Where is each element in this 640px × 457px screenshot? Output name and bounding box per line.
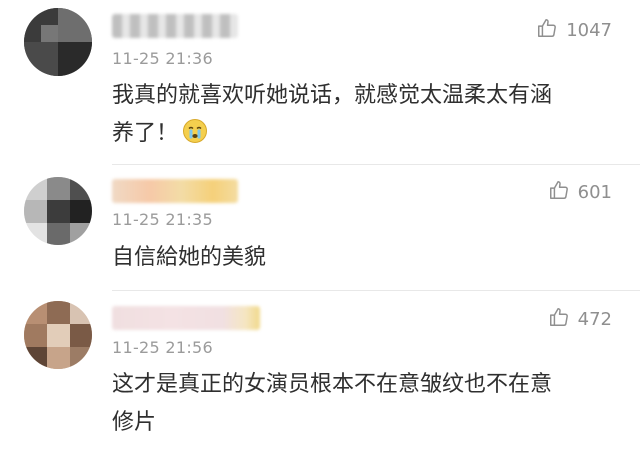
crying-face-icon — [182, 118, 208, 144]
thumbs-up-icon — [536, 17, 558, 43]
username-blurred[interactable] — [112, 179, 238, 203]
comment-text: 这才是真正的女演员根本不在意皱纹也不在意 修片 — [112, 366, 552, 442]
avatar[interactable] — [24, 177, 92, 245]
comment-text: 我真的就喜欢听她说话，就感觉太温柔太有涵 养了！ — [112, 77, 552, 153]
like-count: 601 — [577, 181, 612, 203]
comment-time: 11-25 21:36 — [112, 49, 213, 68]
like-button[interactable]: 601 — [548, 179, 612, 205]
username-blurred[interactable] — [112, 14, 238, 38]
avatar[interactable] — [24, 8, 92, 76]
like-button[interactable]: 1047 — [536, 17, 612, 43]
avatar[interactable] — [24, 301, 92, 369]
comment-text: 自信給她的美貌 — [112, 239, 266, 277]
comment-item: 11-25 21:36 1047 我真的就喜欢听她说话，就感觉太温柔太有涵 养了… — [0, 0, 640, 165]
comment-text-line: 自信給她的美貌 — [112, 245, 267, 270]
comment-time: 11-25 21:35 — [112, 210, 213, 229]
comment-text-segment: 养了！ — [112, 121, 179, 146]
thumbs-up-icon — [548, 179, 570, 205]
comment-text-line: 养了！ — [112, 115, 552, 153]
username-blurred[interactable] — [112, 306, 260, 330]
like-count: 472 — [577, 308, 612, 330]
comment-text-line: 我真的就喜欢听她说话，就感觉太温柔太有涵 — [112, 83, 553, 108]
thumbs-up-icon — [548, 306, 570, 332]
comment-item: 11-25 21:35 601 自信給她的美貌 — [0, 165, 640, 290]
comment-item: 11-25 21:56 472 这才是真正的女演员根本不在意皱纹也不在意 修片 — [0, 291, 640, 457]
like-button[interactable]: 472 — [548, 306, 612, 332]
like-count: 1047 — [566, 19, 612, 41]
comment-time: 11-25 21:56 — [112, 338, 213, 357]
comment-text-line: 修片 — [112, 410, 157, 435]
comment-text-line: 这才是真正的女演员根本不在意皱纹也不在意 — [112, 372, 553, 397]
